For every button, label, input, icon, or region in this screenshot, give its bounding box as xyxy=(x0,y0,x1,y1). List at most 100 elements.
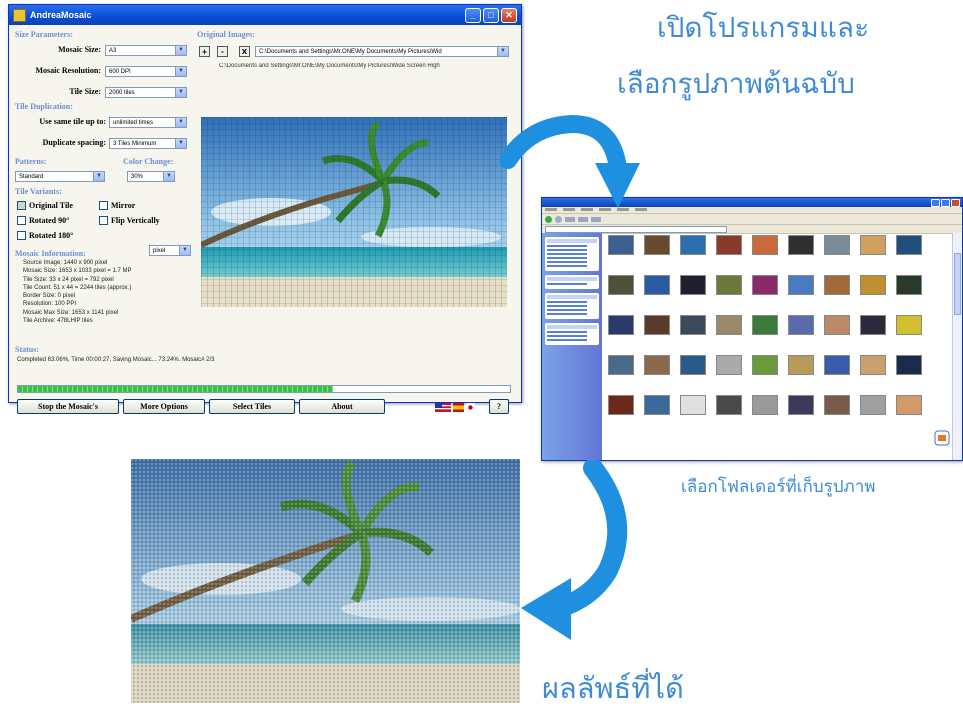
thumbnail-item[interactable] xyxy=(605,275,635,297)
thumbnail-image xyxy=(680,355,706,375)
thumbnail-item[interactable] xyxy=(749,395,779,417)
rotated-180-checkbox[interactable]: Rotated 180° xyxy=(17,231,73,240)
thumbnail-image xyxy=(716,395,742,415)
thumbnail-item[interactable] xyxy=(641,315,671,337)
clear-images-button[interactable]: X xyxy=(239,46,250,57)
close-icon[interactable] xyxy=(951,198,960,207)
minimize-icon[interactable] xyxy=(931,198,940,207)
japan-flag-icon[interactable] xyxy=(466,403,475,412)
thumbnail-item[interactable] xyxy=(713,355,743,377)
photo-viewer-icon[interactable] xyxy=(934,430,950,446)
thumbnail-item[interactable] xyxy=(713,235,743,257)
thumbnail-item[interactable] xyxy=(857,395,887,417)
more-options-button[interactable]: More Options xyxy=(123,399,205,414)
language-flags[interactable] xyxy=(435,403,475,412)
use-same-tile-select[interactable]: unlimited times ▼ xyxy=(109,117,187,128)
thumbnail-item[interactable] xyxy=(749,275,779,297)
window-client: Size Parameters: Mosaic Size: A3 ▼ Mosaic… xyxy=(9,25,521,414)
thumbnail-item[interactable] xyxy=(893,355,923,377)
thumbnail-item[interactable] xyxy=(677,355,707,377)
original-tile-checkbox[interactable]: Original Tile xyxy=(17,201,73,210)
thumbnail-item[interactable] xyxy=(893,395,923,417)
patterns-value: Standard xyxy=(19,174,44,180)
scroll-thumb[interactable] xyxy=(954,253,961,315)
thumbnail-item[interactable] xyxy=(641,275,671,297)
tile-size-value: 2000 tiles xyxy=(109,90,135,96)
close-button[interactable]: ✕ xyxy=(501,7,517,23)
flip-vertically-checkbox[interactable]: Flip Vertically xyxy=(99,216,160,225)
thumbnail-item[interactable] xyxy=(785,235,815,257)
thumbnail-item[interactable] xyxy=(857,235,887,257)
thumbnail-image xyxy=(680,275,706,295)
thumbnail-item[interactable] xyxy=(785,395,815,417)
thumbnail-image xyxy=(608,315,634,335)
add-image-button[interactable]: + xyxy=(199,46,210,57)
us-flag-icon[interactable] xyxy=(435,403,451,412)
about-button[interactable]: About xyxy=(299,399,385,414)
thumbnail-item[interactable] xyxy=(641,235,671,257)
task-panel xyxy=(545,293,599,319)
thumbnail-image xyxy=(752,315,778,335)
mosaic-size-value: A3 xyxy=(109,48,117,54)
thumbnail-item[interactable] xyxy=(821,395,851,417)
thumbnail-item[interactable] xyxy=(857,275,887,297)
minimize-button[interactable]: _ xyxy=(465,7,481,23)
thumbnail-item[interactable] xyxy=(641,395,671,417)
stop-mosaic-button[interactable]: Stop the Mosaic's xyxy=(17,399,119,414)
maximize-icon[interactable] xyxy=(941,198,950,207)
remove-image-button[interactable]: - xyxy=(217,46,228,57)
thumbnail-item[interactable] xyxy=(677,235,707,257)
thumbnail-item[interactable] xyxy=(893,275,923,297)
thumbnail-item[interactable] xyxy=(605,235,635,257)
thumbnail-item[interactable] xyxy=(785,315,815,337)
mosaic-resolution-select[interactable]: 600 DPI ▼ xyxy=(105,66,187,77)
thumbnail-item[interactable] xyxy=(821,275,851,297)
thumbnail-item[interactable] xyxy=(857,315,887,337)
info-line: Tile Archive: 478LHIP tiles xyxy=(23,318,93,325)
thumbnail-item[interactable] xyxy=(605,315,635,337)
thumbnail-item[interactable] xyxy=(641,355,671,377)
patterns-select[interactable]: Standard ▼ xyxy=(15,171,105,182)
help-button[interactable]: ? xyxy=(489,399,509,414)
color-change-select[interactable]: 30% ▼ xyxy=(127,171,175,182)
explorer-scrollbar[interactable] xyxy=(952,233,962,460)
thumbnail-image xyxy=(752,355,778,375)
thumbnail-item[interactable] xyxy=(713,275,743,297)
thumbnail-item[interactable] xyxy=(821,355,851,377)
thumbnail-item[interactable] xyxy=(785,355,815,377)
thumbnail-item[interactable] xyxy=(677,315,707,337)
thumbnail-item[interactable] xyxy=(749,355,779,377)
thumbnail-item[interactable] xyxy=(605,355,635,377)
unit-select[interactable]: pixel ▼ xyxy=(149,245,191,256)
thumbnail-item[interactable] xyxy=(713,395,743,417)
mirror-checkbox[interactable]: Mirror xyxy=(99,201,135,210)
info-line: Border Size: 0 pixel xyxy=(23,293,76,300)
thumbnail-item[interactable] xyxy=(749,315,779,337)
address-field[interactable] xyxy=(545,225,727,233)
thumbnail-image xyxy=(644,315,670,335)
select-tiles-button[interactable]: Select Tiles xyxy=(209,399,295,414)
chevron-down-icon: ▼ xyxy=(175,88,186,97)
tile-size-select[interactable]: 2000 tiles ▼ xyxy=(105,87,187,98)
thumbnail-item[interactable] xyxy=(893,315,923,337)
thumbnail-item[interactable] xyxy=(713,315,743,337)
image-path-select[interactable]: C:\Documents and Settings\Mr.ONE\My Docu… xyxy=(255,46,509,57)
thumbnail-image xyxy=(752,275,778,295)
thumbnail-item[interactable] xyxy=(605,395,635,417)
maximize-button[interactable]: □ xyxy=(483,7,499,23)
thumbnail-item[interactable] xyxy=(857,355,887,377)
thumbnail-item[interactable] xyxy=(893,235,923,257)
thumbnail-item[interactable] xyxy=(677,275,707,297)
thumbnail-item[interactable] xyxy=(821,235,851,257)
spain-flag-icon[interactable] xyxy=(452,403,465,412)
thumbnail-item[interactable] xyxy=(785,275,815,297)
thumbnail-item[interactable] xyxy=(749,235,779,257)
duplicate-spacing-select[interactable]: 3 Tiles Minimum ▼ xyxy=(109,138,187,149)
mosaic-size-select[interactable]: A3 ▼ xyxy=(105,45,187,56)
thumbnail-item[interactable] xyxy=(677,395,707,417)
thumbnail-image xyxy=(716,315,742,335)
thumbnail-item[interactable] xyxy=(821,315,851,337)
rotated-90-checkbox[interactable]: Rotated 90° xyxy=(17,216,69,225)
thumbnail-image xyxy=(608,355,634,375)
info-line: Mosaic Size: 1653 x 1033 pixel = 1.7 MP xyxy=(23,268,132,275)
